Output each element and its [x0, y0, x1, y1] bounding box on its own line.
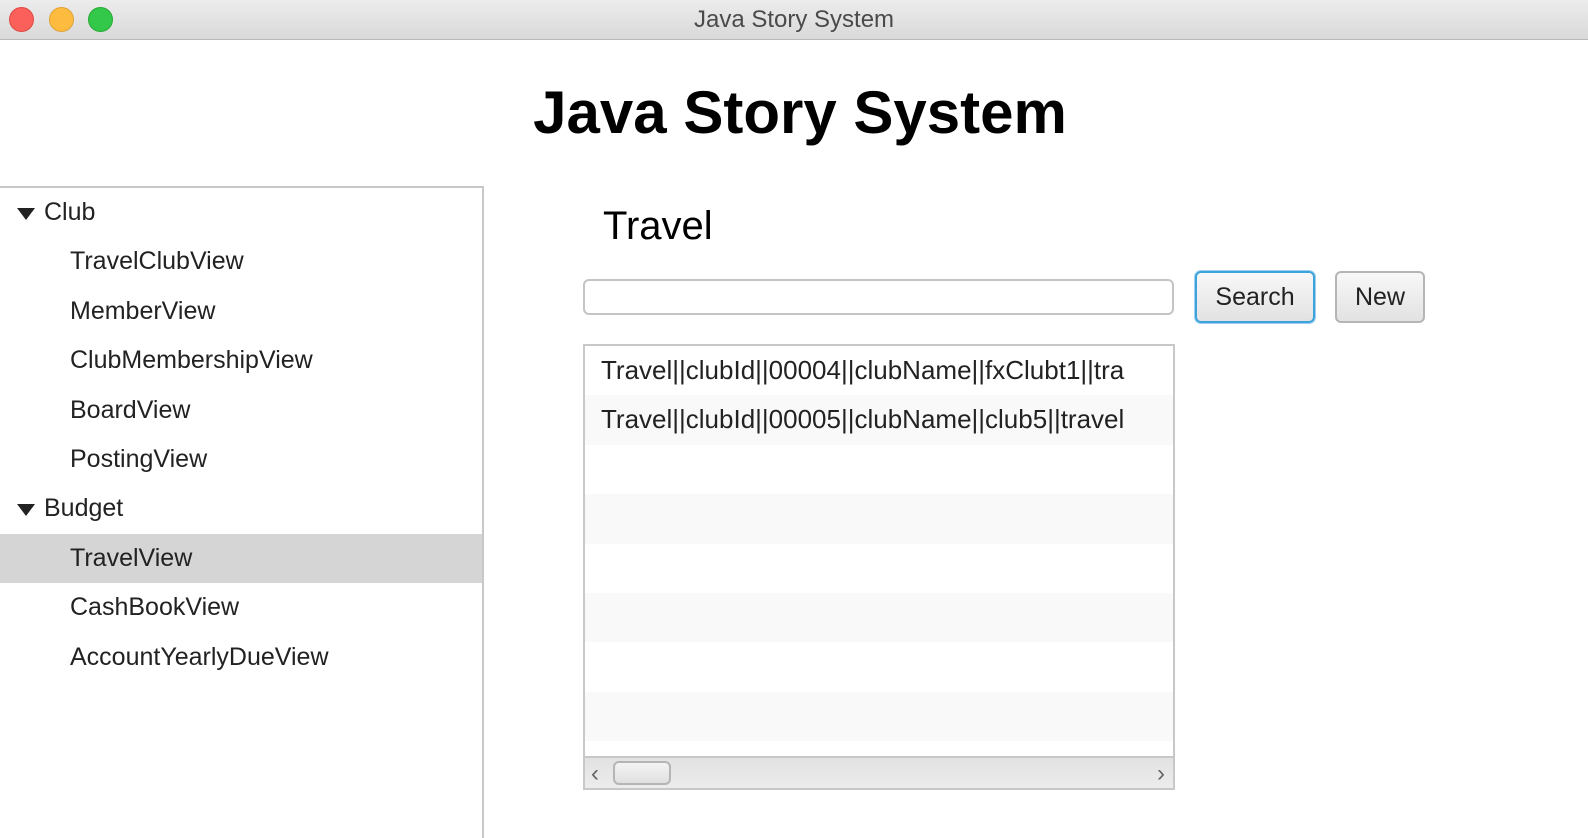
tree-item-cashbookview[interactable]: CashBookView	[0, 583, 482, 632]
scroll-right-icon[interactable]: ›	[1157, 760, 1165, 788]
travel-list[interactable]: Travel||clubId||00004||clubName||fxClubt…	[583, 344, 1175, 790]
expand-arrow-icon[interactable]	[17, 504, 35, 517]
tree-item-label: TravelView	[70, 543, 193, 572]
tree-item-label: MemberView	[70, 296, 216, 325]
empty-list-row	[585, 494, 1173, 544]
tree-item-postingview[interactable]: PostingView	[0, 435, 482, 484]
tree-item-label: BoardView	[70, 395, 191, 424]
scrollbar-thumb[interactable]	[613, 761, 671, 785]
tree-group-label: Budget	[44, 494, 124, 523]
empty-list-row	[585, 691, 1173, 742]
empty-list-row	[585, 544, 1173, 593]
tree-item-boardview[interactable]: BoardView	[0, 386, 482, 435]
list-item[interactable]: Travel||clubId||00004||clubName||fxClubt…	[585, 346, 1173, 395]
window-titlebar: Java Story System	[0, 0, 1588, 40]
search-input[interactable]	[583, 279, 1174, 315]
tree-group-club[interactable]: Club	[0, 188, 482, 237]
navigation-tree[interactable]: Club TravelClubView MemberView ClubMembe…	[0, 186, 484, 838]
tree-item-label: AccountYearlyDueView	[70, 642, 329, 671]
scroll-left-icon[interactable]: ‹	[591, 760, 599, 788]
list-item[interactable]: Travel||clubId||00005||clubName||club5||…	[585, 395, 1173, 445]
search-button[interactable]: Search	[1195, 271, 1315, 323]
tree-item-label: ClubMembershipView	[70, 346, 313, 375]
tree-item-memberview[interactable]: MemberView	[0, 287, 482, 336]
tree-item-label: CashBookView	[70, 593, 240, 622]
expand-arrow-icon[interactable]	[17, 208, 35, 220]
tree-item-travelclubview[interactable]: TravelClubView	[0, 237, 482, 286]
tree-group-budget[interactable]: Budget	[0, 484, 482, 533]
section-title: Travel	[603, 204, 713, 248]
window-title: Java Story System	[693, 6, 895, 33]
tree-item-clubmembershipview[interactable]: ClubMembershipView	[0, 336, 482, 385]
tree-item-accountyearlydueview[interactable]: AccountYearlyDueView	[0, 633, 482, 682]
tree-group-label: Club	[44, 198, 96, 226]
tree-item-travelview[interactable]: TravelView	[0, 533, 482, 584]
tree-item-label: PostingView	[70, 444, 208, 473]
empty-list-row	[585, 642, 1173, 691]
new-button[interactable]: New	[1335, 271, 1425, 323]
app-title: Java Story System	[533, 79, 1067, 146]
empty-list-row	[585, 445, 1173, 494]
empty-list-row	[585, 592, 1173, 643]
horizontal-scrollbar[interactable]: ‹ ›	[585, 756, 1173, 788]
tree-item-label: TravelClubView	[70, 247, 244, 276]
